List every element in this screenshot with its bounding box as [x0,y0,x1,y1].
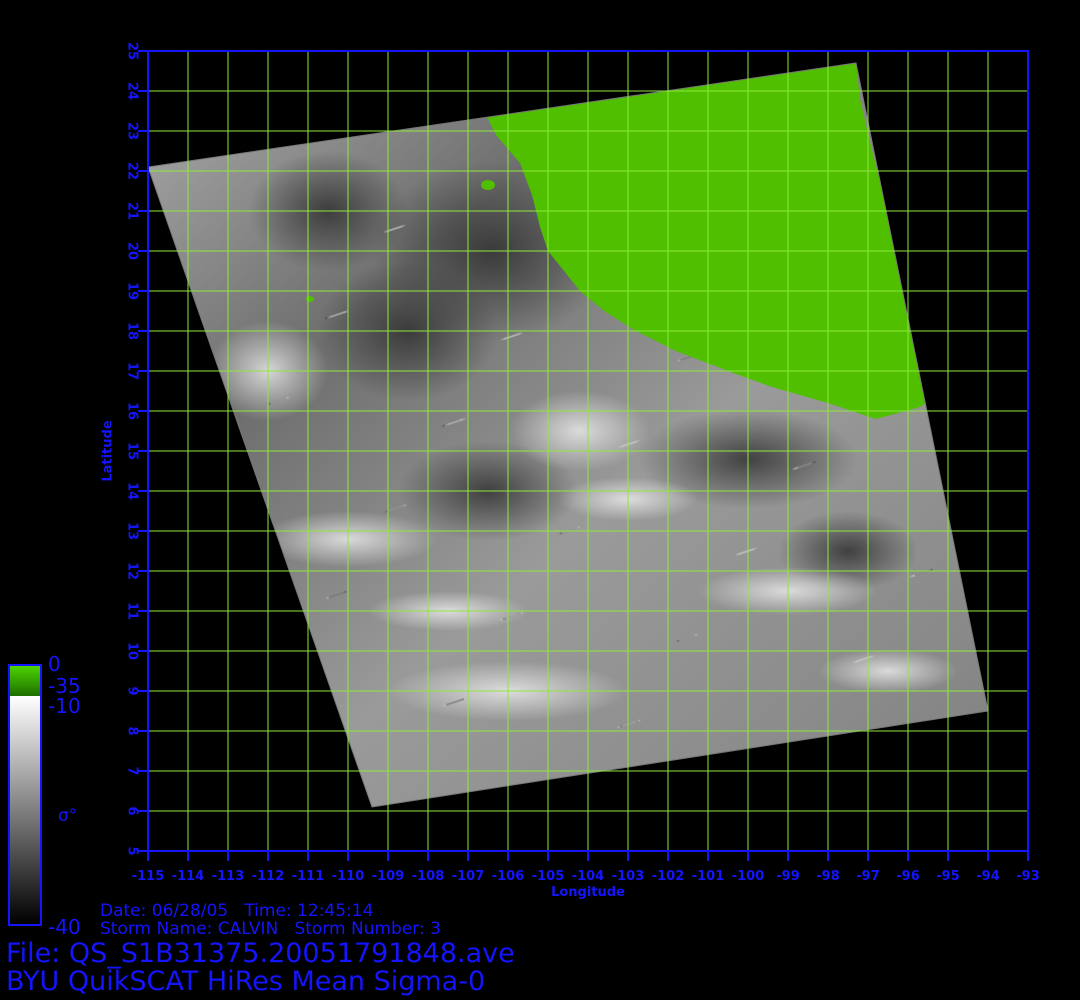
lon-tick-label: -102 [652,869,685,884]
lon-tick-label: -100 [732,869,765,884]
lat-tick-label: 5 [125,846,140,855]
lon-tick-label: -98 [816,869,840,884]
colorbar-symbol: σ° [58,806,78,826]
lon-tick-label: -93 [1016,869,1040,884]
lat-tick-label: 15 [125,442,140,460]
lat-tick-label: 10 [125,642,140,660]
lat-tick-label: 9 [125,686,140,695]
lon-tick-label: -105 [532,869,565,884]
lon-tick-label: -103 [612,869,645,884]
lat-tick-label: 7 [125,766,140,775]
lon-tick-label: -110 [332,869,365,884]
lat-tick-label: 11 [125,602,140,620]
lat-tick-label: 16 [125,402,140,420]
x-axis-label: Longitude [551,885,625,900]
lat-tick-label: 8 [125,726,140,735]
lat-tick-label: 13 [125,522,140,540]
lon-tick-label: -106 [492,869,525,884]
colorbar-label-top: 0 [48,652,61,676]
lon-tick-label: -107 [452,869,485,884]
date-time-line: Date: 06/28/05 Time: 12:45:14 [100,901,374,921]
lon-tick-label: -104 [572,869,605,884]
file-line: File: QS_S1B31375.20051791848.ave [6,938,515,969]
lon-tick-label: -109 [372,869,405,884]
lon-tick-label: -108 [412,869,445,884]
colorbar-land-segment [10,666,40,696]
sigma0-swath-image [147,62,989,808]
lat-tick-label: 18 [125,322,140,340]
colorbar-label-green-min: -35 [48,674,81,698]
lon-tick-label: -114 [172,869,205,884]
lon-tick-label: -112 [252,869,285,884]
colorbar-label-bottom: -40 [48,915,81,939]
lat-tick-label: 23 [125,122,140,140]
lat-tick-label: 17 [125,362,140,380]
colorbar-label-gray-max: -10 [48,694,81,718]
lat-tick-label: 14 [125,482,140,500]
lon-tick-label: -97 [856,869,880,884]
lon-tick-label: -96 [896,869,920,884]
y-axis-label: Latitude [101,420,116,482]
lon-tick-label: -94 [976,869,1000,884]
lat-tick-label: 20 [125,242,140,260]
lat-tick-label: 24 [125,82,140,100]
lat-tick-label: 21 [125,202,140,220]
lon-tick-label: -101 [692,869,725,884]
lon-tick-label: -95 [936,869,960,884]
colorbar-sigma0-segment [10,696,40,924]
lat-tick-label: 6 [125,806,140,815]
colorbar [8,664,42,926]
lat-tick-label: 12 [125,562,140,580]
lon-tick-label: -115 [132,869,165,884]
storm-line: Storm Name: CALVIN Storm Number: 3 [100,919,441,939]
lon-tick-label: -111 [292,869,325,884]
product-title: BYU QuikSCAT HiRes Mean Sigma-0 [6,966,486,997]
lon-tick-label: -99 [776,869,800,884]
lat-lon-grid [147,50,1029,852]
lat-tick-label: 19 [125,282,140,300]
lon-tick-label: -113 [212,869,245,884]
lat-tick-label: 22 [125,162,140,180]
map-plot: -115 -114 -113 -112 -111 -110 -109 -108 -107 -106… [101,42,1040,900]
lat-tick-label: 25 [125,42,140,60]
